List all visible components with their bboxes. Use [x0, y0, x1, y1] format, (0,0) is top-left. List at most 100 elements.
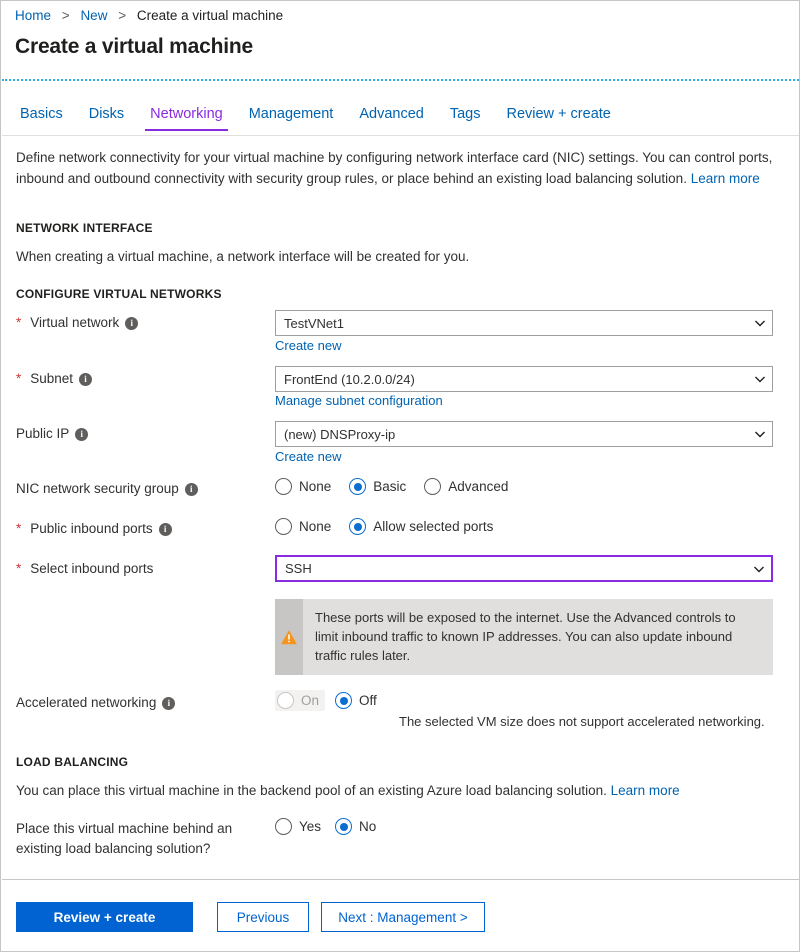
radio-dot [349, 478, 366, 495]
label-public-inbound-ports: * Public inbound ports i [16, 519, 172, 539]
label-virtual-network: * Virtual network i [16, 313, 138, 333]
place-behind-option-no-label: No [359, 819, 376, 834]
label-select-inbound-ports: * Select inbound ports [16, 559, 153, 579]
tab-review-create[interactable]: Review + create [493, 105, 623, 131]
radio-dot [275, 518, 292, 535]
tab-tags[interactable]: Tags [437, 105, 494, 131]
place-behind-option-yes[interactable]: Yes [275, 818, 321, 835]
radio-dot [277, 692, 294, 709]
wizard-tabs: Basics Disks Networking Management Advan… [15, 105, 624, 131]
breadcrumb-separator: > [62, 8, 70, 23]
radio-dot [275, 818, 292, 835]
section-configure-virtual-networks-heading: CONFIGURE VIRTUAL NETWORKS [16, 287, 222, 301]
review-create-button[interactable]: Review + create [16, 902, 193, 932]
label-nic-network-security-group: NIC network security group i [16, 479, 198, 499]
info-icon[interactable]: i [159, 523, 172, 536]
info-icon[interactable]: i [79, 373, 92, 386]
breadcrumb-item-current: Create a virtual machine [137, 8, 283, 23]
select-inbound-ports-value: SSH [285, 561, 753, 576]
tabs-underline [2, 135, 799, 136]
label-subnet: * Subnet i [16, 369, 92, 389]
next-management-button[interactable]: Next : Management > [321, 902, 485, 932]
warning-text: These ports will be exposed to the inter… [303, 599, 773, 675]
nic-nsg-option-basic[interactable]: Basic [349, 478, 406, 495]
nic-nsg-option-none[interactable]: None [275, 478, 331, 495]
subnet-value: FrontEnd (10.2.0.0/24) [284, 372, 754, 387]
info-icon[interactable]: i [125, 317, 138, 330]
tab-advanced[interactable]: Advanced [346, 105, 437, 131]
accelerated-networking-note: The selected VM size does not support ac… [399, 713, 765, 731]
subnet-select[interactable]: FrontEnd (10.2.0.0/24) [275, 366, 773, 392]
section-load-balancing-heading: LOAD BALANCING [16, 755, 128, 769]
chevron-down-icon [754, 317, 766, 329]
warning-strip [275, 599, 303, 675]
header-divider [2, 79, 799, 81]
radio-dot [335, 818, 352, 835]
accelerated-networking-option-off-label: Off [359, 693, 377, 708]
accelerated-networking-option-on: On [275, 690, 325, 711]
public-ip-create-new-link[interactable]: Create new [275, 448, 341, 466]
accelerated-networking-option-on-label: On [301, 693, 319, 708]
chevron-down-icon [753, 563, 765, 575]
label-accelerated-networking-text: Accelerated networking [16, 693, 156, 713]
warning-icon [280, 628, 298, 646]
tab-disks[interactable]: Disks [76, 105, 137, 131]
virtual-network-create-new-link[interactable]: Create new [275, 337, 341, 355]
load-balancing-description-text: You can place this virtual machine in th… [16, 783, 607, 798]
label-public-inbound-ports-text: Public inbound ports [30, 519, 152, 539]
label-accelerated-networking: Accelerated networking i [16, 693, 175, 713]
tab-basics[interactable]: Basics [15, 105, 76, 131]
select-inbound-ports-select[interactable]: SSH [275, 555, 773, 582]
place-behind-option-no[interactable]: No [335, 818, 376, 835]
breadcrumb-item-new[interactable]: New [80, 8, 107, 23]
tab-networking[interactable]: Networking [137, 105, 236, 131]
previous-button[interactable]: Previous [217, 902, 309, 932]
breadcrumb-separator: > [118, 8, 126, 23]
nic-nsg-option-basic-label: Basic [373, 479, 406, 494]
subnet-manage-configuration-link[interactable]: Manage subnet configuration [275, 392, 443, 410]
page-title: Create a virtual machine [15, 33, 253, 61]
required-asterisk: * [16, 313, 21, 333]
inbound-ports-warning: These ports will be exposed to the inter… [275, 599, 773, 675]
info-icon[interactable]: i [75, 428, 88, 441]
radio-dot [275, 478, 292, 495]
label-public-ip-text: Public IP [16, 424, 69, 444]
public-inbound-ports-option-none-label: None [299, 519, 331, 534]
public-inbound-ports-radio-group: None Allow selected ports [275, 518, 493, 535]
networking-intro-text: Define network connectivity for your vir… [16, 150, 772, 186]
nic-nsg-option-none-label: None [299, 479, 331, 494]
load-balancing-description: You can place this virtual machine in th… [16, 781, 680, 801]
place-behind-option-yes-label: Yes [299, 819, 321, 834]
virtual-network-select[interactable]: TestVNet1 [275, 310, 773, 336]
public-ip-select[interactable]: (new) DNSProxy-ip [275, 421, 773, 447]
intro-learn-more-link[interactable]: Learn more [691, 171, 760, 186]
accelerated-networking-radio-group: On Off [275, 690, 377, 711]
tab-management[interactable]: Management [236, 105, 347, 131]
breadcrumb-item-home[interactable]: Home [15, 8, 51, 23]
network-interface-description: When creating a virtual machine, a netwo… [16, 247, 469, 267]
public-inbound-ports-option-none[interactable]: None [275, 518, 331, 535]
label-select-inbound-ports-text: Select inbound ports [30, 559, 153, 579]
required-asterisk: * [16, 369, 21, 389]
nic-nsg-radio-group: None Basic Advanced [275, 478, 508, 495]
nic-nsg-option-advanced-label: Advanced [448, 479, 508, 494]
info-icon[interactable]: i [185, 483, 198, 496]
public-inbound-ports-option-allow-selected-label: Allow selected ports [373, 519, 493, 534]
networking-intro: Define network connectivity for your vir… [16, 147, 773, 189]
public-inbound-ports-option-allow-selected[interactable]: Allow selected ports [349, 518, 493, 535]
label-place-behind-load-balancer-text: Place this virtual machine behind an exi… [16, 821, 232, 856]
nic-nsg-option-advanced[interactable]: Advanced [424, 478, 508, 495]
breadcrumb: Home > New > Create a virtual machine [15, 8, 283, 24]
place-behind-load-balancer-radio-group: Yes No [275, 818, 376, 835]
label-nic-nsg-text: NIC network security group [16, 479, 179, 499]
radio-dot [335, 692, 352, 709]
section-network-interface-heading: NETWORK INTERFACE [16, 221, 153, 235]
accelerated-networking-option-off[interactable]: Off [335, 692, 377, 709]
required-asterisk: * [16, 519, 21, 539]
label-subnet-text: Subnet [30, 369, 73, 389]
label-virtual-network-text: Virtual network [30, 313, 119, 333]
footer-divider [2, 879, 799, 880]
load-balancing-learn-more-link[interactable]: Learn more [611, 783, 680, 798]
public-ip-value: (new) DNSProxy-ip [284, 427, 754, 442]
info-icon[interactable]: i [162, 697, 175, 710]
